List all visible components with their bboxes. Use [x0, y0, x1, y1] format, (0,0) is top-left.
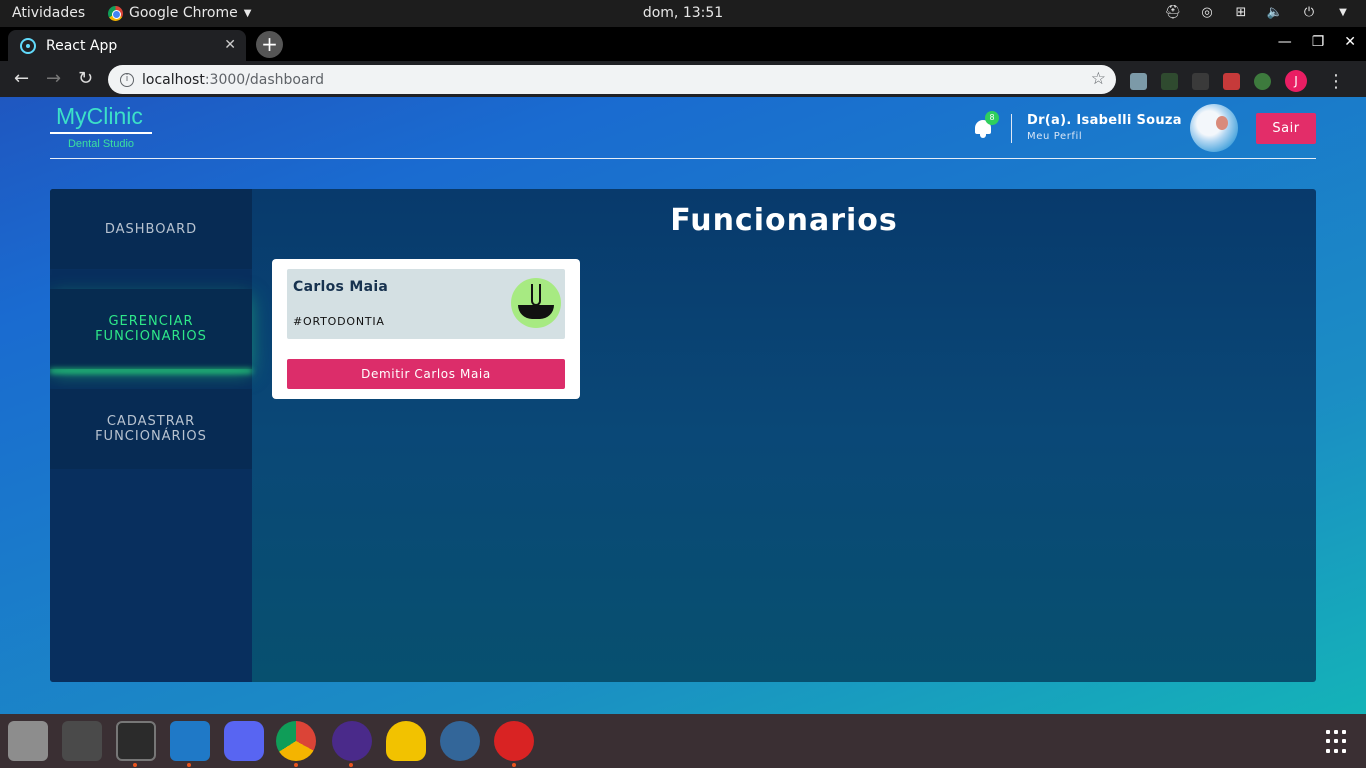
browser-toolbar: ← → ↻ i localhost:3000/dashboard ☆ J ⋮ — [0, 61, 1366, 97]
chrome-icon[interactable] — [276, 721, 316, 761]
tab-title: React App — [46, 37, 118, 54]
logout-button[interactable]: Sair — [1256, 113, 1316, 144]
helmet-icon[interactable] — [386, 721, 426, 761]
notification-badge: 8 — [985, 111, 999, 125]
power-icon[interactable]: ⏻ — [1300, 3, 1318, 21]
bug-extension-icon[interactable] — [1223, 72, 1240, 90]
bell-clapper — [980, 134, 986, 138]
helmet-icon[interactable]: ⛑ — [1164, 3, 1182, 21]
avatar-nose — [531, 284, 541, 306]
forward-icon[interactable]: → — [46, 68, 61, 89]
running-indicator — [133, 763, 137, 767]
close-icon[interactable]: ✕ — [224, 37, 236, 53]
sidebar-item-dashboard[interactable]: DASHBOARD — [50, 189, 252, 269]
logo-subtitle: Dental Studio — [67, 138, 135, 150]
system-tray: ⛑ ◎ ⊞ 🔈 ⏻ ▼ — [1164, 3, 1352, 21]
restore-icon[interactable]: ❐ — [1312, 34, 1325, 50]
logo[interactable]: MyClinic Dental Studio — [50, 103, 152, 150]
show-apps-grid-icon[interactable] — [1326, 730, 1350, 754]
url-host: localhost — [142, 71, 205, 88]
discord-icon[interactable] — [224, 721, 264, 761]
sidebar: DASHBOARD GERENCIAR FUNCIONARIOS CADASTR… — [50, 189, 252, 682]
close-icon[interactable]: ✕ — [1344, 34, 1356, 50]
kali-red-icon[interactable] — [494, 721, 534, 761]
info-icon[interactable]: i — [120, 72, 134, 87]
system-top-bar: Atividades Google Chrome ▼ dom, 13:51 ⛑ … — [0, 0, 1366, 27]
sublime-text-icon[interactable] — [62, 721, 102, 761]
fire-employee-button[interactable]: Demitir Carlos Maia — [287, 359, 565, 389]
window-controls: — ❐ ✕ — [1278, 34, 1356, 50]
employee-card: Carlos Maia #ORTODONTIA Demitir Carlos M… — [272, 259, 580, 399]
extensions-area: J ⋮ — [1130, 70, 1345, 92]
dashboard-panel: DASHBOARD GERENCIAR FUNCIONARIOS CADASTR… — [50, 189, 1316, 682]
running-indicator — [349, 763, 353, 767]
header-divider — [1011, 114, 1012, 143]
browser-tab-strip: React App ✕ + — ❐ ✕ — [0, 27, 1366, 61]
running-indicator — [294, 763, 298, 767]
new-tab-button[interactable]: + — [256, 31, 283, 58]
logo-title: MyClinic — [50, 103, 152, 134]
volume-icon[interactable]: 🔈 — [1266, 3, 1284, 21]
sidebar-item-manage-employees[interactable]: GERENCIAR FUNCIONARIOS — [50, 289, 252, 369]
web-page: MyClinic Dental Studio 8 Dr(a). Isabelli… — [0, 97, 1366, 714]
pgadmin-icon[interactable] — [440, 721, 480, 761]
url-path: :3000/dashboard — [204, 71, 324, 88]
user-avatar[interactable] — [1190, 104, 1238, 152]
terminal-icon[interactable] — [116, 721, 156, 761]
back-icon[interactable]: ← — [14, 68, 29, 89]
react-icon — [20, 37, 36, 54]
screen-extension-icon[interactable] — [1161, 72, 1178, 90]
my-profile-link[interactable]: Meu Perfil — [1027, 131, 1082, 142]
header-divider-line — [50, 158, 1316, 159]
employee-specialty: #ORTODONTIA — [293, 315, 385, 328]
running-indicator — [512, 763, 516, 767]
discord-icon[interactable]: ◎ — [1198, 3, 1216, 21]
star-icon[interactable]: ☆ — [1091, 69, 1106, 89]
taskbar-dock — [0, 714, 1366, 768]
menu-kebab-icon[interactable]: ⋮ — [1327, 71, 1345, 92]
employee-info: Carlos Maia #ORTODONTIA — [287, 269, 565, 339]
json-extension-icon[interactable] — [1192, 72, 1209, 90]
employee-name: Carlos Maia — [293, 279, 389, 295]
notification-bell-icon[interactable]: 8 — [973, 111, 999, 139]
browser-tab[interactable]: React App ✕ — [8, 30, 246, 61]
page-title: Funcionarios — [670, 203, 898, 238]
profile-avatar[interactable]: J — [1285, 70, 1307, 92]
reload-icon[interactable]: ↻ — [78, 68, 93, 89]
user-name: Dr(a). Isabelli Souza — [1027, 113, 1182, 128]
vscode-icon[interactable] — [170, 721, 210, 761]
minimize-icon[interactable]: — — [1278, 34, 1292, 50]
tor-browser-icon[interactable] — [332, 721, 372, 761]
network-icon[interactable]: ⊞ — [1232, 3, 1250, 21]
avatar-mouth — [518, 305, 554, 319]
employee-avatar — [511, 278, 561, 328]
nodejs-extension-icon[interactable] — [1254, 72, 1271, 90]
running-indicator — [187, 763, 191, 767]
sidebar-item-register-employees[interactable]: CADASTRAR FUNCIONÁRIOS — [50, 389, 252, 469]
files-icon[interactable] — [8, 721, 48, 761]
address-bar[interactable]: i localhost:3000/dashboard ☆ — [108, 65, 1116, 94]
chevron-down-icon[interactable]: ▼ — [1334, 3, 1352, 21]
clock[interactable]: dom, 13:51 — [0, 5, 1366, 21]
magnifier-extension-icon[interactable] — [1130, 72, 1147, 90]
